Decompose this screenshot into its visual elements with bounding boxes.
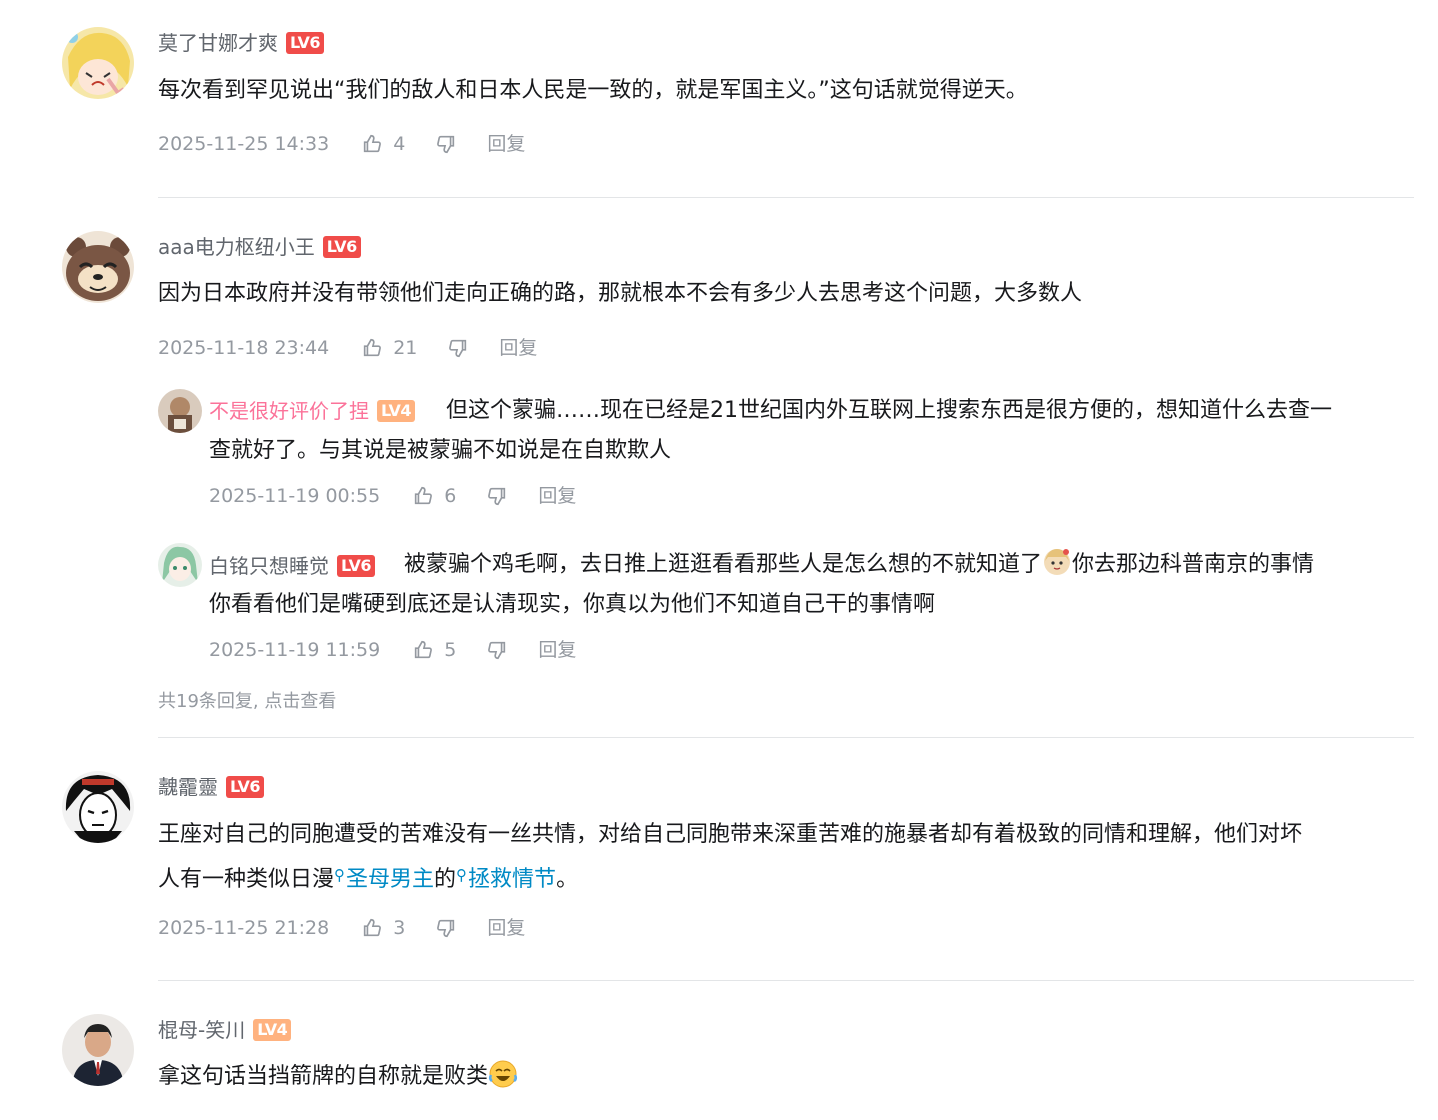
- like-button[interactable]: 3: [361, 914, 405, 942]
- like-count: 3: [393, 917, 406, 939]
- comment-time: 2025-11-25 14:33: [158, 133, 330, 155]
- username-text[interactable]: 魗靇靈: [158, 775, 218, 799]
- reply-meta: 2025-11-19 00:55 6 回复: [209, 482, 576, 510]
- comment-text-part: 人有一种类似日漫: [158, 867, 335, 892]
- dislike-button[interactable]: [486, 485, 508, 507]
- avatar[interactable]: [62, 231, 134, 303]
- like-button[interactable]: 6: [412, 482, 456, 510]
- comment-meta: 2025-11-18 23:44 21 回复: [158, 334, 537, 362]
- comment-text: 王座对自己的同胞遭受的苦难没有一丝共情，对给自己同胞带来深重苦难的施暴者却有着极…: [158, 822, 1303, 847]
- reply-button[interactable]: 回复: [538, 482, 576, 510]
- dislike-button[interactable]: [435, 133, 457, 155]
- username[interactable]: 魗靇靈 LV6: [158, 773, 265, 801]
- thumb-up-icon: [415, 486, 433, 505]
- search-link-text[interactable]: 圣母男主: [346, 867, 434, 892]
- reply-button[interactable]: 回复: [538, 636, 576, 664]
- comment-text-part: 拿这句话当挡箭牌的自称就是败类: [158, 1064, 489, 1089]
- like-button[interactable]: 4: [361, 130, 405, 158]
- reply-text: 但这个蒙骗……现在已经是21世纪国内外互联网上搜索东西是很方便的，想知道什么去查…: [446, 398, 1332, 423]
- thumb-down-icon: [488, 487, 506, 506]
- thumb-down-icon: [437, 135, 455, 154]
- reply-text: 查就好了。与其说是被蒙骗不如说是在自欺欺人: [209, 438, 672, 463]
- like-count: 4: [393, 133, 406, 155]
- avatar[interactable]: [62, 1014, 134, 1086]
- reply-time: 2025-11-19 00:55: [209, 485, 381, 507]
- avatar[interactable]: [62, 771, 134, 843]
- reply-username[interactable]: 白铭只想睡觉 LV6: [209, 552, 376, 580]
- comment-meta: 2025-11-25 14:33 4 回复: [158, 130, 525, 158]
- thumb-down-icon: [449, 339, 467, 358]
- reply-text-part: 被蒙骗个鸡毛啊，去日推上逛逛看看那些人是怎么想的不就知道了: [404, 552, 1043, 577]
- avatar[interactable]: [62, 27, 134, 99]
- level-badge: LV6: [226, 776, 265, 798]
- reply-avatar[interactable]: [158, 389, 202, 433]
- level-badge: LV4: [377, 400, 416, 422]
- like-count: 21: [393, 337, 418, 359]
- username-text[interactable]: 莫了甘娜才爽: [158, 31, 278, 55]
- reply-username[interactable]: 不是很好评价了捏 LV4: [209, 397, 416, 425]
- divider: [158, 737, 1414, 738]
- comment-time: 2025-11-18 23:44: [158, 337, 330, 359]
- divider: [158, 980, 1414, 981]
- comment-text: 拿这句话当挡箭牌的自称就是败类: [158, 1057, 518, 1097]
- reply-meta: 2025-11-19 11:59 5 回复: [209, 636, 576, 664]
- username[interactable]: aaa电力枢纽小王 LV6: [158, 233, 361, 261]
- username[interactable]: 棍母-笑川 LV4: [158, 1016, 292, 1044]
- divider: [158, 197, 1414, 198]
- username-text[interactable]: 白铭只想睡觉: [209, 554, 329, 578]
- username-text[interactable]: aaa电力枢纽小王: [158, 235, 315, 259]
- level-badge: LV4: [253, 1019, 292, 1041]
- reply-text: 你看看他们是嘴硬到底还是认清现实，你真以为他们不知道自己干的事情啊: [209, 592, 936, 617]
- comment-text: 每次看到罕见说出“我们的敌人和日本人民是一致的，就是军国主义。”这句话就觉得逆天…: [158, 78, 1028, 103]
- search-link[interactable]: ⚲圣母男主: [334, 866, 434, 892]
- laughing-emoji-icon: [488, 1060, 518, 1088]
- reply-button[interactable]: 回复: [487, 130, 525, 158]
- thumb-up-icon: [364, 134, 382, 153]
- search-icon: ⚲: [456, 866, 468, 884]
- level-badge: LV6: [322, 236, 361, 258]
- view-more-replies[interactable]: 共19条回复, 点击查看: [158, 689, 336, 715]
- emote-icon: [1044, 549, 1071, 575]
- dislike-button[interactable]: [486, 639, 508, 661]
- search-icon: ⚲: [334, 866, 346, 884]
- comment-time: 2025-11-25 21:28: [158, 917, 330, 939]
- like-button[interactable]: 5: [412, 636, 456, 664]
- thumb-down-icon: [437, 919, 455, 938]
- comment-list: 莫了甘娜才爽 LV6 每次看到罕见说出“我们的敌人和日本人民是一致的，就是军国主义…: [0, 0, 1438, 1120]
- reply-time: 2025-11-19 11:59: [209, 639, 381, 661]
- comment-text: 人有一种类似日漫⚲圣母男主的⚲拯救情节。: [158, 855, 578, 900]
- search-link[interactable]: ⚲拯救情节: [456, 866, 556, 892]
- comment-text: 因为日本政府并没有带领他们走向正确的路，那就根本不会有多少人去思考这个问题，大多…: [158, 281, 1083, 306]
- reply-text-part: 你去那边科普南京的事情: [1072, 552, 1315, 577]
- username[interactable]: 莫了甘娜才爽 LV6: [158, 29, 325, 57]
- comment-text-part: 。: [556, 867, 579, 892]
- search-link-text[interactable]: 拯救情节: [468, 867, 556, 892]
- like-count: 6: [444, 485, 457, 507]
- username-text[interactable]: 棍母-笑川: [158, 1018, 245, 1042]
- thumb-up-icon: [364, 338, 382, 357]
- username-text[interactable]: 不是很好评价了捏: [209, 399, 369, 423]
- reply-button[interactable]: 回复: [499, 334, 537, 362]
- thumb-down-icon: [488, 641, 506, 660]
- reply-button[interactable]: 回复: [487, 914, 525, 942]
- thumb-up-icon: [415, 640, 433, 659]
- thumb-up-icon: [364, 918, 382, 937]
- like-button[interactable]: 21: [361, 334, 417, 362]
- level-badge: LV6: [286, 32, 325, 54]
- level-badge: LV6: [337, 555, 376, 577]
- dislike-button[interactable]: [435, 917, 457, 939]
- reply-avatar[interactable]: [158, 543, 202, 587]
- dislike-button[interactable]: [447, 337, 469, 359]
- comment-meta: 2025-11-25 21:28 3 回复: [158, 914, 525, 942]
- comment-text-part: 的: [434, 867, 457, 892]
- like-count: 5: [444, 639, 457, 661]
- reply-text: 被蒙骗个鸡毛啊，去日推上逛逛看看那些人是怎么想的不就知道了 你去那边科普南京的事情: [404, 545, 1314, 585]
